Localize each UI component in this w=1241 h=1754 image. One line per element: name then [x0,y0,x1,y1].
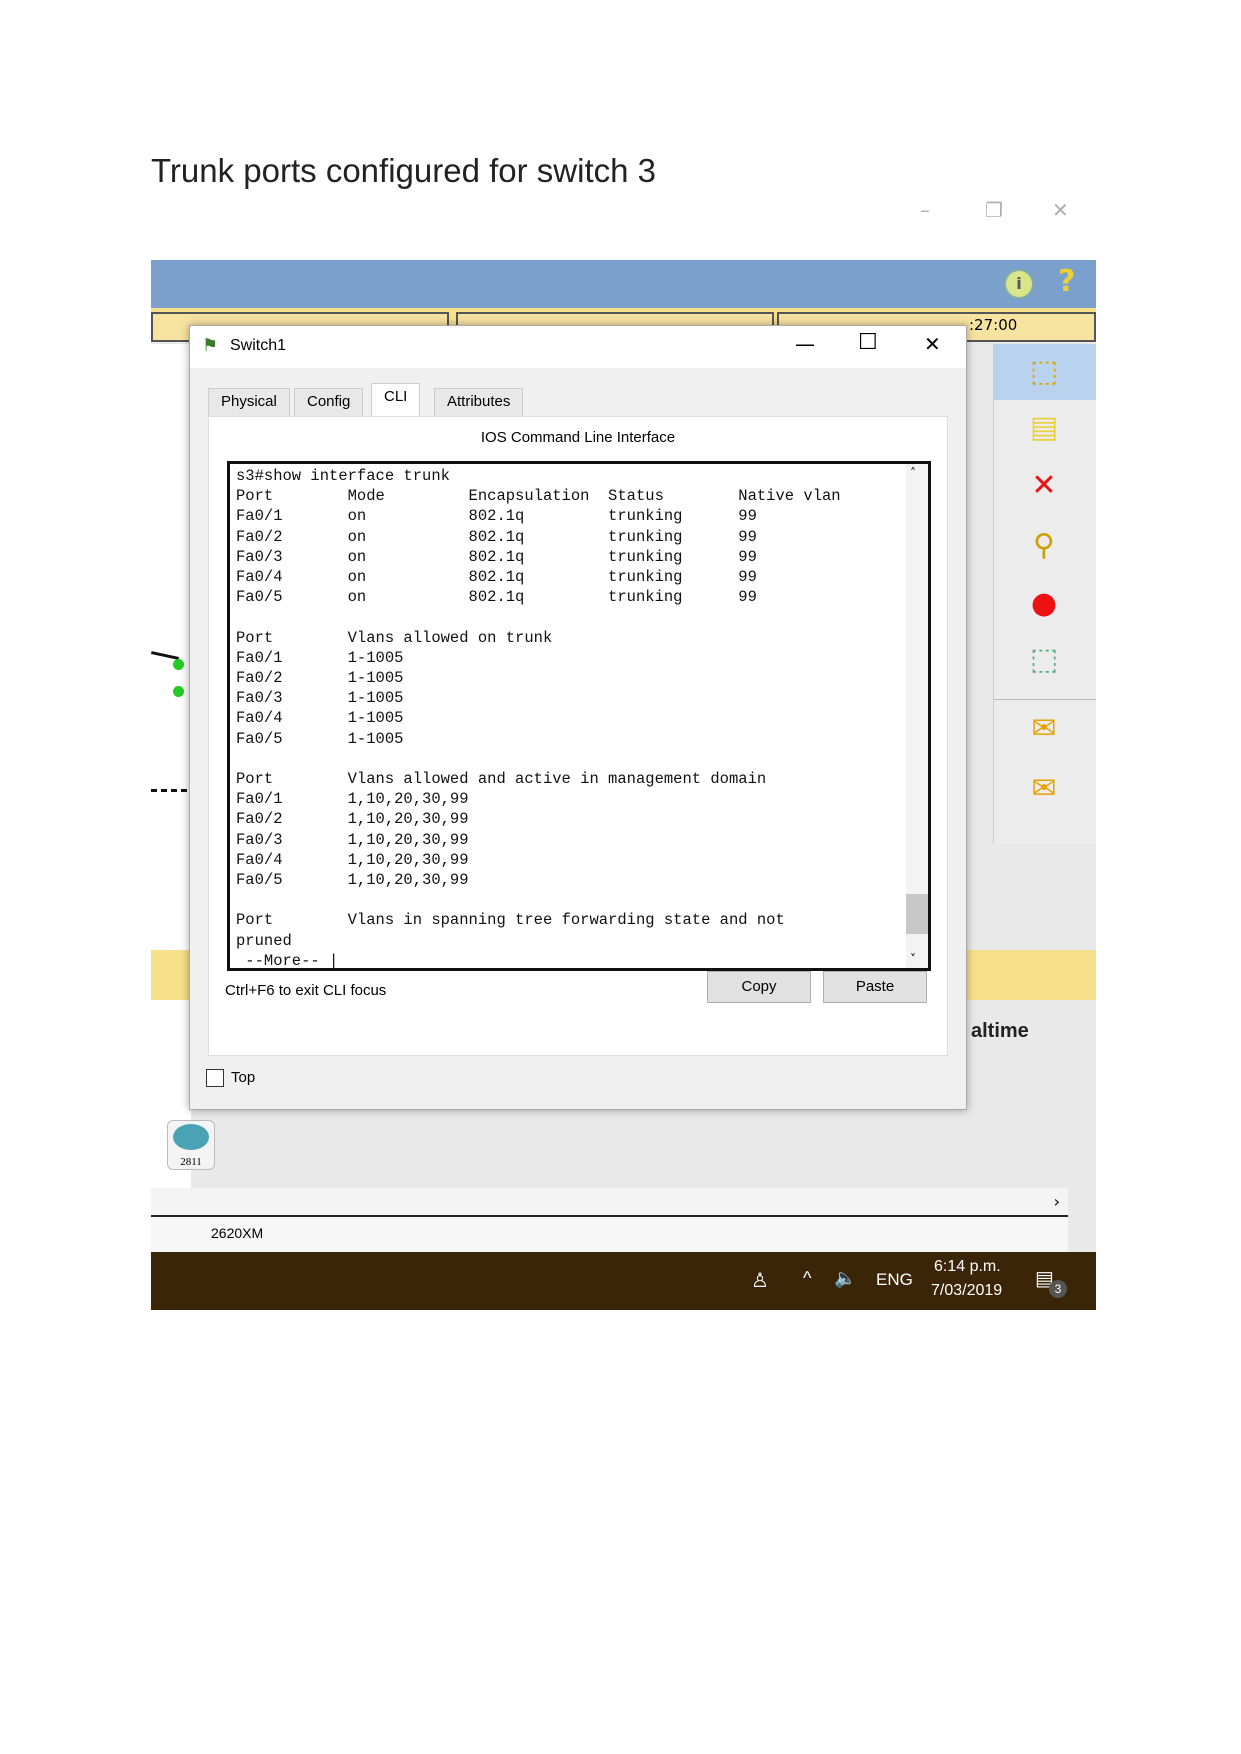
scroll-down-icon[interactable]: ˅ [910,952,916,966]
volume-icon[interactable]: 🔈 [834,1268,856,1289]
cli-heading: IOS Command Line Interface [480,429,676,446]
terminal-line: Port Vlans in spanning tree forwarding s… [236,911,785,930]
terminal-line: Fa0/3 1-1005 [236,689,404,708]
clock-date[interactable]: 7/03/2019 [931,1282,1002,1300]
cli-hint: Ctrl+F6 to exit CLI focus [225,982,387,999]
switch-icon: ⚑ [202,335,219,356]
device-2811[interactable]: 2811 [167,1120,215,1170]
tab-cli[interactable]: CLI [371,383,421,417]
paste-button[interactable]: Paste [823,971,927,1003]
outer-minimize-button[interactable]: – [920,198,930,222]
terminal-line: Fa0/3 on 802.1q trunking 99 [236,547,757,566]
terminal-line: Fa0/1 1-1005 [236,648,404,667]
chevron-right-icon[interactable]: › [1054,1192,1060,1211]
outer-restore-button[interactable]: ❐ [985,198,1003,222]
terminal-line: Port Vlans allowed on trunk [236,628,553,647]
chevron-up-icon[interactable]: ^ [803,1268,811,1289]
link-status-icon [173,686,184,697]
inspect-icon[interactable]: ⚲ [1024,526,1064,566]
switch1-dialog: ⚑ Switch1 — ☐ ✕ Physical Config CLI Attr… [189,325,967,1110]
terminal-line: Fa0/5 on 802.1q trunking 99 [236,588,757,607]
time-display: :27:00 [969,316,1018,334]
device-model-label: 2620XM [151,1215,1068,1252]
scroll-thumb[interactable] [906,894,928,934]
tab-attributes[interactable]: Attributes [434,388,524,416]
windows-taskbar: ♙ ^ 🔈 ENG 6:14 p.m. 7/03/2019 ▤ 3 [151,1252,1096,1310]
right-toolbar: ⬚ ▤ ✕ ⚲ ● ⬚ ✉ ✉ [993,344,1096,844]
terminal-line: Port Mode Encapsulation Status Native vl… [236,487,841,506]
terminal-line: Fa0/4 1,10,20,30,99 [236,850,469,869]
delete-icon[interactable]: ✕ [1024,466,1064,506]
dialog-title: Switch1 [230,337,287,354]
terminal-line: Port Vlans allowed and active in managem… [236,770,767,789]
close-button[interactable]: ✕ [924,332,941,356]
add-complex-pdu-icon[interactable]: ✉ [1024,769,1064,809]
language-indicator[interactable]: ENG [876,1270,913,1290]
horizontal-scrollbar[interactable]: › [151,1188,1068,1218]
dialog-title-bar[interactable]: ⚑ Switch1 — ☐ ✕ [190,326,966,368]
terminal-line: Fa0/4 on 802.1q trunking 99 [236,568,757,587]
resize-icon[interactable]: ⬚ [1024,640,1064,680]
link-status-icon [173,659,184,670]
help-icon[interactable]: ? [1058,264,1075,299]
packet-tracer-screenshot: i ? :27:00 ⬚ ▤ ✕ ⚲ ● ⬚ ✉ ✉ altime 2811 ›… [151,260,1096,1310]
cli-panel: IOS Command Line Interface s3#show inter… [208,416,948,1056]
terminal-line: s3#show interface trunk [236,467,450,485]
terminal-line: Fa0/5 1,10,20,30,99 [236,871,469,890]
top-checkbox[interactable] [206,1069,224,1087]
terminal-line: --More-- | [236,951,339,970]
select-icon[interactable]: ⬚ [1024,352,1064,392]
cli-terminal[interactable]: s3#show interface trunk Port Mode Encapsu… [227,461,931,971]
tab-physical[interactable]: Physical [208,388,290,416]
maximize-button[interactable]: ☐ [858,330,878,355]
terminal-line: Fa0/2 1-1005 [236,669,404,688]
add-simple-pdu-icon[interactable]: ✉ [1024,709,1064,749]
top-label: Top [231,1069,256,1086]
terminal-line: Fa0/5 1-1005 [236,729,404,748]
minimize-button[interactable]: — [795,332,815,356]
tab-config[interactable]: Config [294,388,364,416]
outer-close-button[interactable]: ✕ [1052,198,1069,222]
device-label: 2811 [180,1156,202,1168]
terminal-output: s3#show interface trunk Port Mode Encapsu… [236,466,841,970]
notification-count: 3 [1049,1280,1067,1298]
document-title: Trunk ports configured for switch 3 [151,152,656,189]
realtime-tab[interactable]: altime [971,1020,1029,1043]
terminal-line: Fa0/3 1,10,20,30,99 [236,830,469,849]
people-icon[interactable]: ♙ [751,1268,769,1293]
router-icon [173,1124,209,1150]
terminal-scrollbar[interactable]: ˄ ˅ [906,464,928,968]
terminal-line: Fa0/4 1-1005 [236,709,404,728]
clock-time[interactable]: 6:14 p.m. [934,1258,1001,1276]
terminal-line: pruned [236,931,292,950]
terminal-line: Fa0/2 1,10,20,30,99 [236,810,469,829]
info-icon[interactable]: i [1004,269,1034,299]
app-header-bar: i ? [151,260,1096,308]
note-icon[interactable]: ▤ [1024,408,1064,448]
draw-ellipse-icon[interactable]: ● [1024,584,1064,624]
terminal-line: Fa0/1 1,10,20,30,99 [236,790,469,809]
terminal-line: Fa0/1 on 802.1q trunking 99 [236,507,757,526]
copy-button[interactable]: Copy [707,971,811,1003]
terminal-line: Fa0/2 on 802.1q trunking 99 [236,527,757,546]
scroll-up-icon[interactable]: ˄ [910,466,916,480]
